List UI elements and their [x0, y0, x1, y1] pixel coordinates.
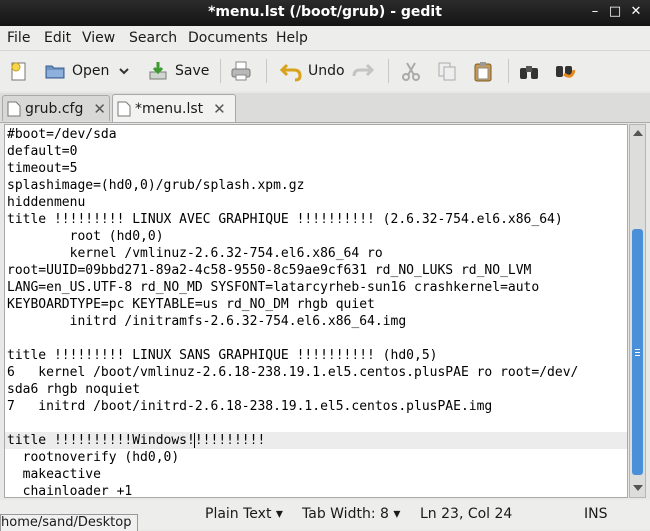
- maximize-icon[interactable]: □: [607, 4, 623, 20]
- scissors-icon: [402, 62, 420, 81]
- tab-label: *menu.lst: [135, 100, 204, 117]
- text-line: hiddenmenu: [7, 195, 86, 210]
- document-icon: [7, 101, 21, 116]
- close-tab-icon[interactable]: ✕: [213, 100, 226, 118]
- printer-icon: [231, 61, 251, 81]
- close-tab-icon[interactable]: ✕: [93, 100, 106, 118]
- scroll-up-icon[interactable]: [633, 130, 643, 136]
- grip-line: [635, 349, 640, 350]
- text-cursor: [194, 433, 195, 448]
- redo-button[interactable]: [352, 57, 380, 85]
- document-tabs: grub.cfg ✕ *menu.lst ✕: [0, 93, 650, 123]
- language-selector[interactable]: Plain Text ▾: [205, 506, 283, 522]
- redo-icon: [352, 63, 374, 77]
- new-document-icon: [11, 62, 26, 81]
- print-button[interactable]: [230, 57, 258, 85]
- text-line: timeout=5: [7, 161, 78, 176]
- text-line: default=0: [7, 144, 78, 159]
- menubar: File Edit View Search Documents Help: [0, 26, 650, 51]
- grip-line: [635, 355, 640, 356]
- paste-button[interactable]: [472, 57, 500, 85]
- undo-button[interactable]: Undo: [280, 57, 345, 85]
- text-line: #boot=/dev/sda: [7, 127, 117, 142]
- save-button[interactable]: Save: [147, 57, 209, 85]
- save-icon: [149, 62, 167, 80]
- window-title: *menu.lst (/boot/grub) - gedit: [208, 4, 442, 20]
- menu-help[interactable]: Help: [276, 30, 308, 46]
- paste-clipboard-icon: [474, 62, 492, 82]
- tab-menu-lst[interactable]: *menu.lst ✕: [112, 94, 236, 122]
- menu-edit[interactable]: Edit: [44, 30, 71, 46]
- text-line: sda6 rhgb noquiet: [7, 382, 141, 397]
- menu-search[interactable]: Search: [129, 30, 177, 46]
- document-icon: [117, 101, 131, 116]
- toolbar: Open Save Undo: [0, 51, 650, 91]
- menu-file[interactable]: File: [7, 30, 30, 46]
- text-editor[interactable]: #boot=/dev/sda default=0 timeout=5 splashim…: [4, 124, 628, 498]
- find-button[interactable]: [518, 57, 546, 85]
- tab-grub-cfg[interactable]: grub.cfg ✕: [2, 95, 110, 121]
- text-line: title !!!!!!!!! LINUX AVEC GRAPHIQUE !!!…: [7, 212, 563, 227]
- grip-line: [635, 352, 640, 353]
- toolbar-separator: [388, 59, 389, 83]
- undo-label: Undo: [308, 63, 345, 79]
- scroll-down-icon[interactable]: [633, 485, 643, 491]
- chevron-down-icon: ▾: [275, 506, 283, 522]
- insert-mode: INS: [584, 506, 608, 522]
- minimize-icon[interactable]: –: [587, 4, 603, 20]
- chevron-down-icon: ▾: [393, 506, 401, 522]
- open-folder-icon: [45, 65, 65, 79]
- cursor-position: Ln 23, Col 24: [420, 506, 513, 522]
- text-line: 7 initrd /boot/initrd-2.6.18-238.19.1.el…: [7, 399, 493, 414]
- save-label: Save: [175, 63, 210, 79]
- close-window-icon[interactable]: ✕: [628, 4, 644, 20]
- toolbar-separator: [220, 59, 221, 83]
- new-button[interactable]: [8, 57, 36, 85]
- tab-label: grub.cfg: [25, 100, 84, 117]
- text-line: 6 kernel /boot/vmlinuz-2.6.18-238.19.1.e…: [7, 365, 579, 380]
- text-line: splashimage=(hd0,0)/grub/splash.xpm.gz: [7, 178, 305, 193]
- menu-view[interactable]: View: [82, 30, 115, 46]
- text-line: KEYBOARDTYPE=pc KEYTABLE=us rd_NO_DM rhg…: [7, 297, 375, 312]
- cut-button[interactable]: [400, 57, 428, 85]
- window-titlebar: *menu.lst (/boot/grub) - gedit – □ ✕: [0, 0, 650, 26]
- open-button[interactable]: Open: [44, 57, 109, 85]
- scrollbar-thumb[interactable]: [632, 229, 643, 475]
- copy-button[interactable]: [436, 57, 464, 85]
- find-replace-icon: [556, 66, 576, 78]
- text-line: LANG=en_US.UTF-8 rd_NO_MD SYSFONT=latarc…: [7, 280, 540, 295]
- text-line: root=UUID=09bbd271-89a2-4c58-9550-8c59ae…: [7, 263, 532, 278]
- undo-icon: [280, 63, 302, 82]
- find-replace-button[interactable]: [554, 57, 582, 85]
- open-label: Open: [72, 63, 110, 79]
- toolbar-separator: [266, 59, 267, 83]
- menu-documents[interactable]: Documents: [188, 30, 268, 46]
- vertical-scrollbar[interactable]: [629, 124, 646, 498]
- text-line: makeactive: [7, 467, 101, 482]
- binoculars-icon: [520, 66, 538, 79]
- chevron-down-icon: [119, 68, 129, 75]
- text-line: title !!!!!!!!! LINUX SANS GRAPHIQUE !!!…: [7, 348, 438, 363]
- text-line: title !!!!!!!!!!Windows!!!!!!!!!!: [7, 433, 266, 448]
- open-recent-dropdown[interactable]: [118, 57, 130, 85]
- text-line: root (hd0,0): [7, 229, 164, 244]
- toolbar-separator: [508, 59, 509, 83]
- path-tooltip: home/sand/Desktop: [0, 514, 138, 531]
- text-line: rootnoverify (hd0,0): [7, 450, 180, 465]
- text-line: chainloader +1: [7, 484, 133, 498]
- text-line: initrd /initramfs-2.6.32-754.el6.x86_64.…: [7, 314, 407, 329]
- copy-icon: [438, 62, 456, 81]
- text-line: kernel /vmlinuz-2.6.32-754.el6.x86_64 ro: [7, 246, 383, 261]
- tab-width-label: Tab Width: 8: [302, 506, 389, 522]
- tab-width-selector[interactable]: Tab Width: 8 ▾: [302, 506, 400, 522]
- language-label: Plain Text: [205, 506, 272, 522]
